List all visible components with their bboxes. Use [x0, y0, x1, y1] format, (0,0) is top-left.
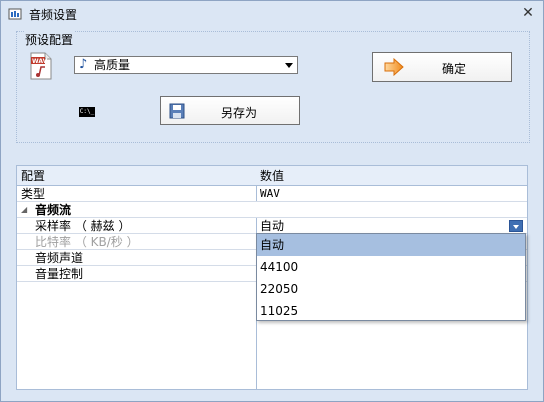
dropdown-option-auto[interactable]: 自动	[257, 234, 525, 256]
sample-rate-dropdown-list: 自动 44100 22050 11025	[256, 233, 526, 321]
window-title: 音频设置	[29, 8, 78, 22]
row-type-value: WAV	[260, 187, 280, 200]
dropdown-option-label: 44100	[260, 260, 299, 274]
preset-group-label: 预设配置	[24, 31, 75, 48]
dropdown-option-44100[interactable]: 44100	[257, 256, 525, 278]
header-value: 数值	[260, 169, 285, 183]
preset-selected-value: 高质量	[94, 58, 131, 72]
audio-settings-icon	[8, 8, 22, 20]
close-icon[interactable]: ✕	[520, 5, 536, 21]
row-sample-rate-name: 采样率 （ 赫兹 ）	[35, 219, 131, 233]
row-volume-name: 音量控制	[35, 267, 84, 281]
dropdown-option-label: 22050	[260, 282, 299, 296]
wav-file-icon: WAV	[30, 52, 52, 80]
music-note-icon: ♪	[79, 57, 88, 72]
category-audio-stream-label: 音频流	[35, 203, 72, 217]
audio-settings-dialog: 音频设置 ✕ 预设配置 WAV ♪ 高质量 确定 C:\_ 另存为 配置 数值 …	[0, 0, 544, 402]
grid-row-sample-rate[interactable]: 采样率 （ 赫兹 ） 自动	[17, 218, 527, 234]
ok-button-label: 确定	[441, 62, 466, 76]
row-bitrate-name: 比特率 （ KB/秒 ）	[35, 235, 139, 249]
chevron-down-icon	[285, 63, 293, 68]
dropdown-option-11025[interactable]: 11025	[257, 300, 525, 322]
grid-row-type[interactable]: 类型 WAV	[17, 186, 527, 202]
grid-header-row: 配置 数值	[17, 166, 527, 186]
row-type-name: 类型	[21, 187, 46, 201]
ok-button[interactable]: 确定	[372, 52, 512, 82]
grid-category-audio-stream[interactable]: ◢ 音频流	[17, 202, 527, 218]
header-config: 配置	[21, 169, 46, 183]
sample-rate-dropdown-button[interactable]	[509, 220, 523, 232]
row-sample-rate-value[interactable]: 自动	[260, 219, 284, 233]
dropdown-option-label: 11025	[260, 304, 299, 318]
preset-group-box	[16, 31, 530, 143]
collapse-triangle-icon[interactable]: ◢	[21, 205, 27, 214]
svg-text:WAV: WAV	[32, 58, 48, 65]
dropdown-option-22050[interactable]: 22050	[257, 278, 525, 300]
command-prompt-icon: C:\_	[79, 107, 95, 117]
preset-select[interactable]: ♪ 高质量	[74, 56, 298, 74]
save-as-button-label: 另存为	[220, 106, 257, 120]
row-channels-name: 音频声道	[35, 251, 84, 265]
title-bar[interactable]: 音频设置 ✕	[1, 1, 543, 27]
save-as-button[interactable]: 另存为	[160, 96, 300, 125]
dropdown-option-label: 自动	[260, 238, 285, 252]
